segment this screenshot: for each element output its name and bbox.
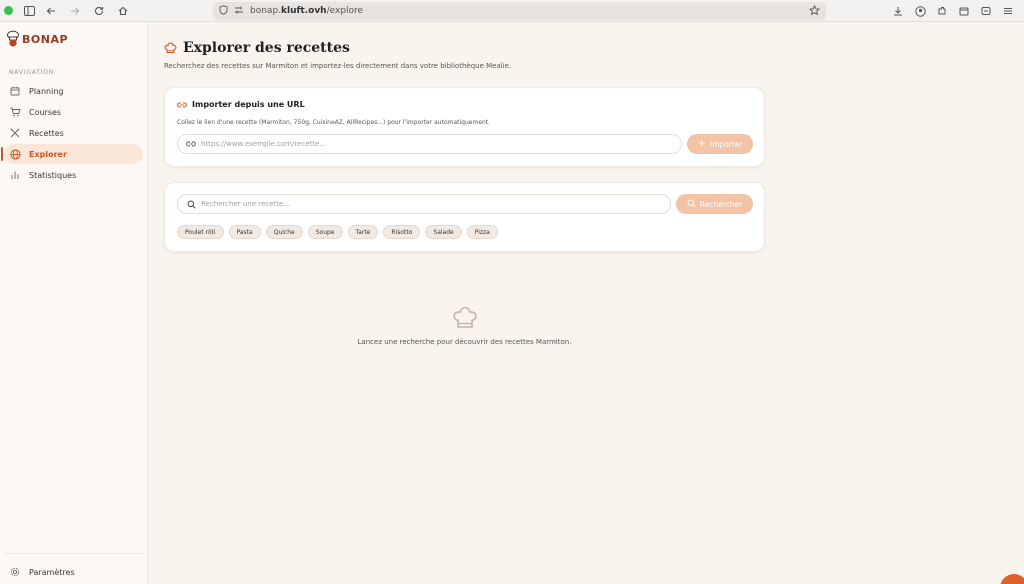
search-icon bbox=[186, 199, 196, 209]
suggestion-chip[interactable]: Pasta bbox=[228, 225, 261, 239]
chef-hat-icon bbox=[164, 42, 177, 54]
import-card-header: Importer depuis une URL bbox=[177, 100, 305, 109]
home-icon[interactable] bbox=[115, 3, 131, 19]
import-button-label: Importer bbox=[709, 139, 743, 149]
suggestion-chip[interactable]: Pizza bbox=[466, 225, 498, 239]
sidebar-footer: Paramètres bbox=[4, 553, 143, 583]
sidebar-item-courses[interactable]: Courses bbox=[4, 102, 143, 122]
sidebar-item-statistiques[interactable]: Statistiques bbox=[4, 165, 143, 185]
forward-arrow-icon[interactable] bbox=[67, 3, 83, 19]
utensils-icon bbox=[9, 127, 21, 139]
link-icon bbox=[186, 139, 196, 149]
logo-text: BONAP bbox=[22, 32, 69, 46]
empty-state: Lancez une recherche pour découvrir des … bbox=[164, 305, 765, 346]
address-bar[interactable]: bonap.kluft.ovh/explore bbox=[213, 2, 826, 20]
page-title: Explorer des recettes bbox=[183, 40, 350, 56]
browser-toolbar: bonap.kluft.ovh/explore bbox=[0, 0, 1024, 22]
search-card: Rechercher une recette... Rechercher Pou… bbox=[164, 182, 765, 252]
menu-icon[interactable] bbox=[1000, 3, 1016, 19]
nav-section-title: NAVIGATION bbox=[9, 69, 55, 76]
sidebar-item-label: Courses bbox=[29, 107, 62, 117]
sidebar-nav: Planning Courses Recettes Explorer Stati… bbox=[1, 81, 143, 186]
suggestion-chip[interactable]: Quiche bbox=[265, 225, 303, 239]
suggestion-chip[interactable]: Risotto bbox=[383, 225, 421, 239]
sidebar-item-explorer[interactable]: Explorer bbox=[1, 144, 143, 164]
sidebar-item-label: Statistiques bbox=[29, 170, 77, 180]
suggestion-chip[interactable]: Salade bbox=[425, 225, 462, 239]
main-content: Explorer des recettes Recherchez des rec… bbox=[148, 22, 1024, 584]
container-icon[interactable] bbox=[956, 3, 972, 19]
cart-icon bbox=[9, 106, 21, 118]
gear-icon bbox=[9, 566, 21, 578]
import-card-description: Collez le lien d'une recette (Marmiton, … bbox=[177, 119, 491, 126]
download-icon[interactable] bbox=[890, 3, 906, 19]
sidebar-item-label: Explorer bbox=[29, 149, 67, 159]
sidebar-item-label: Recettes bbox=[29, 128, 64, 138]
plus-icon: + bbox=[697, 138, 706, 149]
sidebar-item-label: Planning bbox=[29, 86, 64, 96]
pocket-icon[interactable] bbox=[978, 3, 994, 19]
suggestion-chip[interactable]: Soupe bbox=[307, 225, 343, 239]
sidebar: BONAP NAVIGATION Planning Courses Recett… bbox=[0, 22, 148, 584]
reload-icon[interactable] bbox=[91, 3, 107, 19]
search-input-placeholder: Rechercher une recette... bbox=[201, 200, 290, 208]
import-url-card: Importer depuis une URL Collez le lien d… bbox=[164, 87, 765, 167]
import-button[interactable]: + Importer bbox=[687, 134, 753, 154]
chef-hat-logo-icon bbox=[7, 30, 19, 47]
globe-icon bbox=[9, 148, 21, 160]
sidebar-item-recettes[interactable]: Recettes bbox=[4, 123, 143, 143]
page-header: Explorer des recettes bbox=[164, 40, 350, 56]
extensions-icon[interactable] bbox=[934, 3, 950, 19]
link-icon bbox=[177, 102, 187, 107]
search-button[interactable]: Rechercher bbox=[676, 194, 753, 214]
search-input[interactable]: Rechercher une recette... bbox=[177, 194, 671, 214]
window-indicator bbox=[4, 6, 13, 15]
bar-chart-icon bbox=[9, 169, 21, 181]
bookmark-star-icon[interactable] bbox=[808, 4, 821, 19]
app-logo[interactable]: BONAP bbox=[6, 30, 68, 48]
empty-state-message: Lancez une recherche pour découvrir des … bbox=[357, 338, 572, 346]
url-input[interactable]: https://www.exemple.com/recette... bbox=[177, 134, 682, 154]
suggestion-chip[interactable]: Tarte bbox=[347, 225, 379, 239]
page-subtitle: Recherchez des recettes sur Marmiton et … bbox=[164, 62, 512, 70]
sidebar-item-parametres[interactable]: Paramètres bbox=[4, 562, 143, 582]
chef-hat-icon bbox=[164, 305, 765, 330]
url-input-placeholder: https://www.exemple.com/recette... bbox=[201, 140, 326, 148]
url-text: bonap.kluft.ovh/explore bbox=[250, 6, 364, 16]
sidebar-item-label: Paramètres bbox=[29, 567, 75, 577]
sidebar-item-planning[interactable]: Planning bbox=[4, 81, 143, 101]
account-icon[interactable] bbox=[912, 3, 928, 19]
sidebar-toggle-icon[interactable] bbox=[21, 3, 37, 19]
suggestion-chip[interactable]: Poulet rôti bbox=[177, 225, 224, 239]
search-button-label: Rechercher bbox=[699, 199, 743, 209]
suggestion-chips: Poulet rôti Pasta Quiche Soupe Tarte Ris… bbox=[177, 225, 498, 239]
calendar-icon bbox=[9, 85, 21, 97]
search-icon bbox=[687, 199, 696, 210]
import-card-title: Importer depuis une URL bbox=[192, 100, 305, 109]
permissions-icon[interactable] bbox=[234, 6, 244, 17]
shield-icon bbox=[219, 4, 228, 18]
back-arrow-icon[interactable] bbox=[43, 3, 59, 19]
